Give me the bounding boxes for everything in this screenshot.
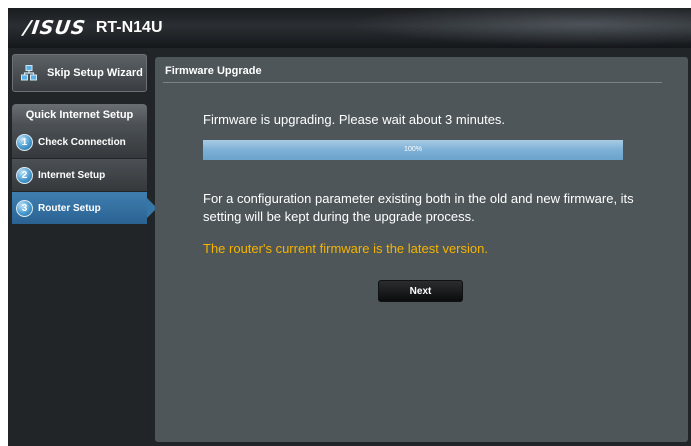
config-note: For a configuration parameter existing b… bbox=[203, 191, 634, 224]
page-title: Firmware Upgrade bbox=[165, 65, 262, 77]
next-button[interactable]: Next bbox=[378, 280, 463, 302]
step-number-icon: 1 bbox=[16, 133, 33, 151]
quick-internet-setup-heading: Quick Internet Setup bbox=[12, 104, 147, 126]
step-label: Internet Setup bbox=[38, 169, 106, 181]
logo: /ISUS RT-N14U bbox=[22, 17, 163, 39]
brand-logo: /ISUS bbox=[22, 17, 88, 39]
model-name: RT-N14U bbox=[95, 19, 163, 36]
upgrading-message: Firmware is upgrading. Please wait about… bbox=[203, 112, 506, 127]
upgrade-progress-bar: 100% bbox=[203, 140, 623, 160]
title-divider bbox=[163, 82, 662, 83]
progress-percent: 100% bbox=[404, 146, 422, 153]
skip-setup-wizard-label: Skip Setup Wizard bbox=[47, 67, 143, 79]
router-admin-window: /ISUS RT-N14U Skip Setup Wizard Quick In… bbox=[8, 8, 691, 446]
step-internet-setup[interactable]: 2 Internet Setup bbox=[12, 159, 147, 192]
step-check-connection[interactable]: 1 Check Connection bbox=[12, 126, 147, 159]
firmware-status-message: The router's current firmware is the lat… bbox=[203, 241, 488, 256]
network-icon bbox=[21, 65, 37, 81]
step-number-icon: 3 bbox=[16, 199, 33, 217]
step-number-icon: 2 bbox=[16, 166, 33, 184]
step-label: Router Setup bbox=[38, 202, 101, 214]
top-banner: /ISUS RT-N14U bbox=[8, 8, 691, 48]
main-panel: Firmware Upgrade Firmware is upgrading. … bbox=[155, 57, 688, 442]
banner-sheen bbox=[331, 8, 691, 48]
step-label: Check Connection bbox=[38, 136, 126, 148]
step-router-setup[interactable]: 3 Router Setup bbox=[12, 192, 157, 225]
skip-setup-wizard-button[interactable]: Skip Setup Wizard bbox=[12, 54, 147, 92]
